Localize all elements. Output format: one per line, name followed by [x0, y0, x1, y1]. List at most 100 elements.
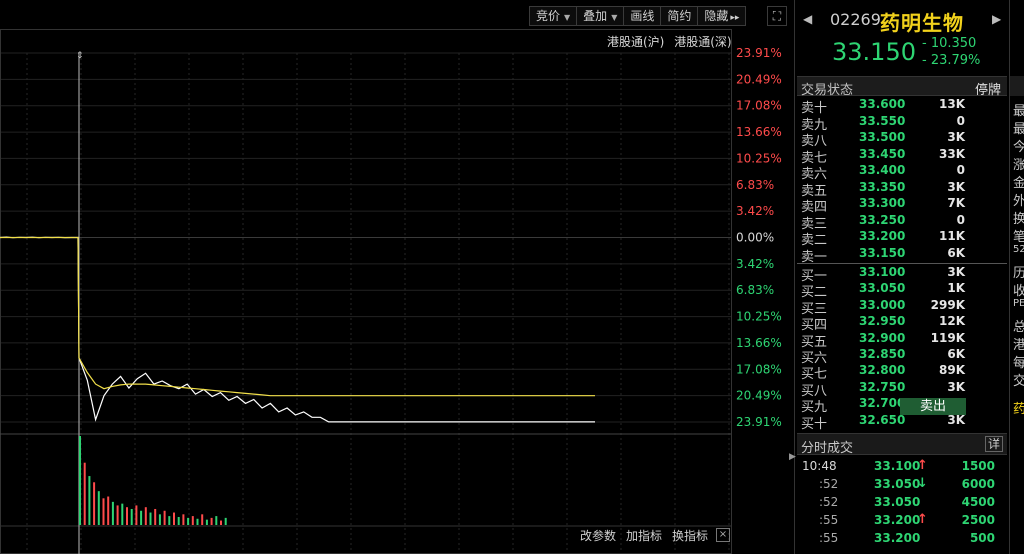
orderbook-row-bids[interactable]: 买三 33.000 299K	[797, 297, 1007, 317]
orderbook-vol: 3K	[947, 379, 965, 394]
strip-label: 52	[1013, 244, 1024, 255]
tick-volume: 1500	[961, 459, 995, 473]
orderbook-row-asks[interactable]: 卖一 33.150 6K	[797, 246, 1007, 265]
close-icon[interactable]: ×	[716, 528, 730, 542]
volume-bar	[168, 516, 171, 525]
tick-time: :52	[819, 495, 839, 509]
orderbook-row-asks[interactable]: 卖六 33.400 0	[797, 163, 1007, 182]
orderbook-vol: 7K	[947, 196, 965, 210]
intraday-chart[interactable]: ⇕ 23.91% 20.49% 17.08% 13.66% 10.25% 6.83% 3.4…	[0, 0, 790, 554]
orderbook-price: 33.550	[859, 113, 906, 128]
tick-row: :52 33.050 4500	[797, 495, 1007, 513]
add-indicator-button[interactable]: 加指标	[626, 527, 662, 544]
volume-bar	[93, 482, 96, 525]
tick-price: 33.050	[874, 477, 921, 491]
tick-volume: 500	[969, 531, 995, 545]
y-axis-label: 13.66%	[736, 125, 782, 139]
volume-bar	[154, 508, 157, 525]
orderbook-row-bids[interactable]: 买四 32.950 12K	[797, 314, 1007, 333]
edit-params-button[interactable]: 改参数	[580, 527, 616, 544]
strip-label: 收	[1013, 280, 1024, 299]
orderbook-row-bids[interactable]: 买六 32.850 6K	[797, 347, 1007, 366]
strip-label: 笔	[1013, 226, 1024, 245]
orderbook-price: 32.750	[859, 379, 906, 394]
volume-bar	[102, 498, 105, 525]
volume-bar	[163, 510, 166, 525]
orderbook-row-asks[interactable]: 卖五 33.350 3K	[797, 179, 1007, 199]
panel-divider	[794, 0, 795, 554]
tick-time: :55	[819, 513, 839, 527]
volume-bars	[79, 436, 227, 525]
collapse-handle-icon[interactable]: ▶	[789, 452, 797, 470]
connect-label-sh[interactable]: 港股通(沪)	[607, 35, 664, 49]
orderbook-price: 33.500	[859, 130, 906, 144]
y-axis-label: 6.83%	[736, 283, 774, 297]
orderbook-row-bids[interactable]: 买五 32.900 119K	[797, 330, 1007, 350]
trade-status-label: 交易状态	[801, 83, 854, 98]
orderbook-price: 32.900	[859, 330, 906, 345]
strip-label: 涨	[1013, 154, 1024, 173]
orderbook-vol: 3K	[947, 265, 965, 279]
chart-grid: ⇕	[0, 29, 732, 554]
toolbar-button-2[interactable]: 画线	[623, 6, 662, 26]
volume-bar	[116, 505, 119, 525]
chevron-down-icon: ▼	[564, 13, 571, 22]
chart-toolbar: 竞价 ▼ 叠加 ▼ 画线 简约 隐藏 ▸▸	[529, 6, 747, 26]
strip-label: 外	[1013, 190, 1024, 209]
orderbook-label: 买十	[801, 416, 828, 432]
orderbook-row-bids[interactable]: 买二 33.050 1K	[797, 281, 1007, 300]
strip-label: 历	[1013, 262, 1024, 281]
orderbook-row-bids[interactable]: 买八 32.750 3K	[797, 379, 1007, 399]
tick-row: :55 33.200 ↑ 2500	[797, 512, 1007, 531]
orderbook-row-bids[interactable]: 买七 32.800 89K	[797, 363, 1007, 382]
volume-bar	[121, 503, 124, 525]
strip-label: 港	[1013, 334, 1024, 353]
expand-icon[interactable]: ⛶	[767, 6, 787, 26]
orderbook-vol: 3K	[947, 179, 965, 194]
volume-bar	[149, 512, 152, 525]
toolbar-button-0[interactable]: 竞价 ▼	[529, 6, 578, 26]
connect-label-sz[interactable]: 港股通(深)	[674, 35, 731, 49]
y-axis-label: 17.08%	[736, 362, 782, 376]
strip-label: 药	[1013, 398, 1024, 417]
orderbook-price: 33.000	[859, 297, 906, 312]
trade-status-bar: 交易状态 停牌	[797, 76, 1007, 98]
sell-button[interactable]: 卖出	[900, 398, 966, 415]
orderbook-row-asks[interactable]: 卖四 33.300 7K	[797, 196, 1007, 215]
orderbook-row-asks[interactable]: 卖三 33.250 0	[797, 213, 1007, 232]
ticks-title: 分时成交	[801, 441, 854, 456]
volume-bar	[205, 519, 208, 525]
orderbook-price: 33.200	[859, 229, 906, 243]
toolbar-button-3[interactable]: 简约	[660, 6, 699, 26]
volume-bar	[224, 517, 227, 525]
volume-bar	[97, 491, 100, 525]
orderbook-row-bids[interactable]: 买十 32.650 3K	[797, 413, 1007, 432]
switch-indicator-button[interactable]: 换指标	[672, 527, 708, 544]
volume-bar	[88, 476, 91, 525]
orderbook-vol: 119K	[930, 330, 965, 345]
volume-bar	[140, 510, 143, 525]
y-axis-label: 10.25%	[736, 151, 782, 165]
orderbook-row-asks[interactable]: 卖七 33.450 33K	[797, 147, 1007, 166]
orderbook-price: 33.350	[859, 179, 906, 194]
orderbook-row-asks[interactable]: 卖九 33.550 0	[797, 113, 1007, 133]
tick-time: 10:48	[802, 459, 837, 473]
next-stock-icon[interactable]: ▶	[992, 12, 1001, 26]
orderbook-vol: 299K	[930, 297, 965, 312]
volume-bar	[177, 516, 180, 525]
toolbar-button-1[interactable]: 叠加 ▼	[576, 6, 625, 26]
stock-name: 药明生物	[880, 11, 964, 35]
orderbook-row-bids[interactable]: 买一 33.100 3K	[797, 265, 1007, 284]
volume-bar	[111, 501, 114, 525]
orderbook-row-asks[interactable]: 卖八 33.500 3K	[797, 130, 1007, 149]
orderbook-row-asks[interactable]: 卖二 33.200 11K	[797, 229, 1007, 248]
prev-stock-icon[interactable]: ◀	[803, 12, 812, 26]
y-axis-label: 23.91%	[736, 46, 782, 60]
orderbook-row-asks[interactable]: 卖十 33.600 13K	[797, 97, 1007, 116]
tick-time: :52	[819, 477, 839, 491]
ticks-detail-button[interactable]: 详	[985, 436, 1003, 452]
toolbar-button-4[interactable]: 隐藏 ▸▸	[697, 6, 747, 26]
y-axis-label: 3.42%	[736, 204, 774, 218]
tick-price: 33.050	[874, 495, 921, 509]
y-axis-label: 20.49%	[736, 389, 782, 403]
